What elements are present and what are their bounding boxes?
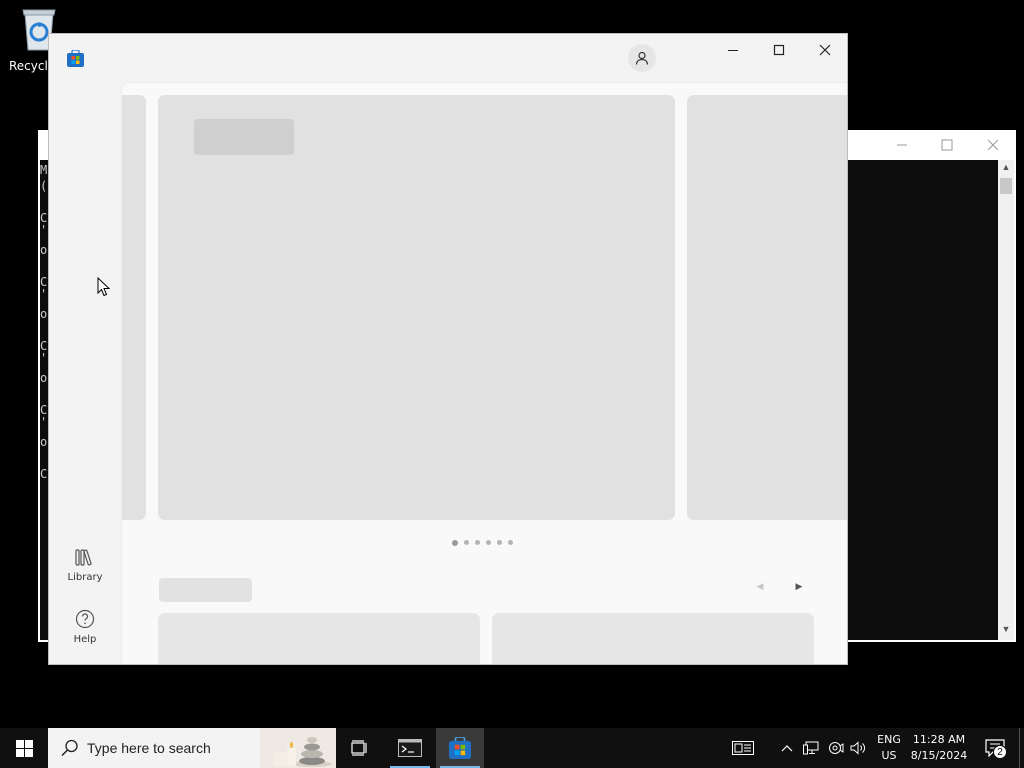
- console-text: o: [40, 307, 48, 321]
- task-view-icon: [351, 740, 367, 756]
- carousel-dot[interactable]: [508, 540, 513, 545]
- taskbar-store-app[interactable]: [436, 728, 484, 768]
- store-sidebar: Library Help: [49, 82, 121, 664]
- product-card[interactable]: [492, 613, 814, 664]
- close-icon: [819, 44, 831, 56]
- maximize-icon: [773, 44, 785, 56]
- keyboard-layout: US: [881, 749, 897, 762]
- volume-icon: [850, 741, 865, 755]
- news-icon: [732, 741, 754, 755]
- hero-card-prev[interactable]: [122, 95, 146, 520]
- taskbar-search-box[interactable]: Type here to search: [48, 728, 336, 768]
- microsoft-store-icon: [449, 737, 471, 759]
- console-text: M: [40, 163, 48, 177]
- chevron-right-icon: ▶: [795, 580, 803, 591]
- close-icon: [987, 139, 999, 151]
- scroll-thumb[interactable]: [1000, 178, 1012, 194]
- language-code: ENG: [877, 733, 901, 746]
- console-text: o: [40, 435, 48, 449]
- person-icon: [635, 51, 649, 65]
- search-icon: [61, 739, 78, 757]
- input-language-button[interactable]: ENG US: [874, 732, 904, 764]
- nav-library-label: Library: [67, 572, 103, 583]
- clock-time: 11:28 AM: [912, 733, 966, 746]
- meet-now-button[interactable]: [825, 728, 847, 768]
- windows-logo-icon: [15, 739, 33, 757]
- network-icon: [803, 741, 819, 755]
- store-content: ◀ ▶: [121, 82, 847, 664]
- nav-help-label: Help: [73, 634, 97, 645]
- carousel-dot[interactable]: [475, 540, 480, 545]
- product-card[interactable]: [158, 613, 480, 664]
- taskbar-terminal-app[interactable]: [386, 728, 434, 768]
- nav-help[interactable]: Help: [55, 606, 115, 645]
- news-widget-button[interactable]: [727, 728, 759, 768]
- console-text: ': [40, 351, 48, 365]
- scroll-down-icon[interactable]: ▼: [998, 624, 1014, 638]
- console-text: ': [40, 287, 48, 301]
- carousel-dot[interactable]: [497, 540, 502, 545]
- maximize-icon: [941, 139, 953, 151]
- task-view-button[interactable]: [336, 728, 384, 768]
- microsoft-store-icon: [67, 50, 84, 67]
- section-prev-button[interactable]: ◀: [749, 575, 771, 597]
- store-window[interactable]: Library Help ◀ ▶: [48, 33, 848, 665]
- store-minimize-button[interactable]: [710, 34, 756, 66]
- account-button[interactable]: [628, 44, 656, 72]
- nav-library[interactable]: Library: [55, 544, 115, 583]
- show-desktop-button[interactable]: [1019, 728, 1024, 768]
- console-text: o: [40, 243, 48, 257]
- mouse-cursor-icon: [97, 277, 111, 297]
- chevron-left-icon: ◀: [756, 580, 764, 591]
- minimize-icon: [897, 144, 907, 146]
- console-text: ': [40, 415, 48, 429]
- carousel-dot[interactable]: [486, 540, 491, 545]
- hero-card-next[interactable]: [687, 95, 847, 520]
- section-title-placeholder: [159, 578, 252, 602]
- show-hidden-icons-button[interactable]: [778, 728, 796, 768]
- store-maximize-button[interactable]: [756, 34, 802, 66]
- library-icon: [75, 549, 92, 566]
- scroll-up-icon[interactable]: ▲: [998, 162, 1014, 176]
- console-maximize-button[interactable]: [929, 134, 965, 156]
- section-next-button[interactable]: ▶: [788, 575, 810, 597]
- start-button[interactable]: [0, 728, 48, 768]
- hero-title-placeholder: [194, 119, 294, 155]
- console-scrollbar[interactable]: ▲ ▼: [998, 160, 1014, 640]
- console-text: (: [40, 179, 48, 193]
- console-text: o: [40, 371, 48, 385]
- console-text: ': [40, 223, 48, 237]
- console-text: C: [40, 467, 48, 481]
- network-button[interactable]: [800, 728, 822, 768]
- search-placeholder: Type here to search: [87, 740, 211, 756]
- carousel-dot[interactable]: [452, 539, 458, 546]
- clock-date: 8/15/2024: [910, 749, 968, 762]
- action-center-button[interactable]: 2: [980, 728, 1010, 768]
- minimize-icon: [728, 50, 738, 51]
- hero-card-main[interactable]: [158, 95, 675, 520]
- chevron-up-icon: [781, 745, 793, 752]
- store-close-button[interactable]: [802, 34, 847, 66]
- carousel-dot[interactable]: [464, 540, 469, 545]
- search-highlight-image: [260, 728, 336, 768]
- notification-count-badge: 2: [993, 745, 1007, 759]
- command-prompt-icon: [398, 739, 422, 757]
- clock-button[interactable]: 11:28 AM 8/15/2024: [908, 732, 970, 764]
- help-icon: [75, 609, 95, 629]
- console-close-button[interactable]: [975, 134, 1011, 156]
- volume-button[interactable]: [848, 728, 870, 768]
- taskbar: Type here to search ENG US 11:28 AM 8/15…: [0, 728, 1024, 768]
- webcam-icon: [829, 742, 844, 754]
- console-minimize-button[interactable]: [884, 134, 920, 156]
- carousel-indicator: [452, 539, 513, 546]
- store-titlebar[interactable]: [49, 34, 847, 82]
